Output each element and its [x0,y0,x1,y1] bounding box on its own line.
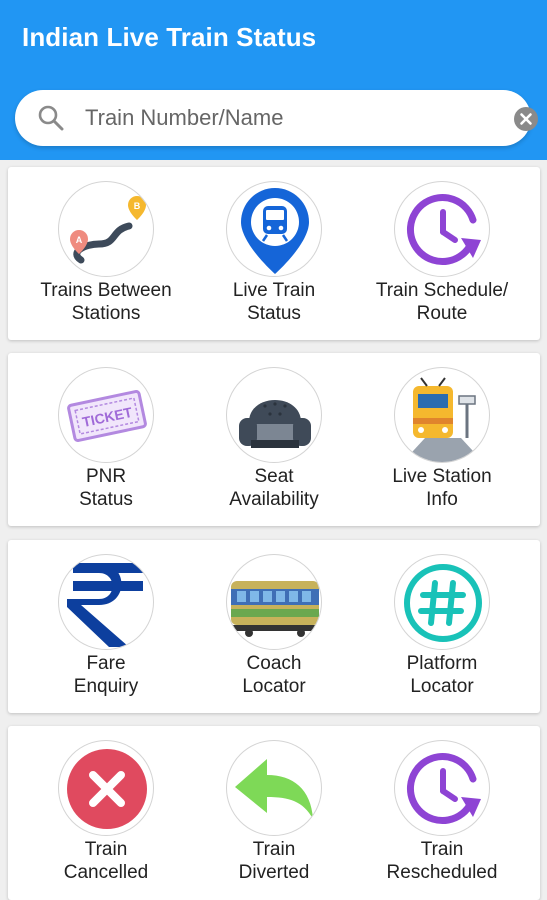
train-rescheduled-tile[interactable]: Train Rescheduled [358,726,526,896]
live-station-info-tile[interactable]: Live Station Info [358,353,526,523]
hashtag-icon [394,554,490,650]
menu-card-2: TICKET PNR Status Seat Availability Live… [8,353,540,526]
svg-text:B: B [134,201,141,211]
diverted-arrow-icon [226,740,322,836]
route-icon: B A [58,181,154,277]
platform-locator-tile[interactable]: Platform Locator [358,540,526,710]
search-icon [38,105,64,131]
search-input[interactable] [85,98,495,138]
tile-label: Coach Locator [242,653,306,697]
menu-card-1: B A Trains Between Stations Live Train Sta… [8,167,540,340]
train-schedule-route-tile[interactable]: Train Schedule/Route [358,167,526,337]
live-train-status-tile[interactable]: Live Train Status [190,167,358,337]
tile-label: Seat Availability [229,466,319,510]
app-title: Indian Live Train Status [22,22,317,52]
tile-label: Platform Locator [406,653,478,697]
menu-card-4: Train Cancelled Train Diverted Train Resche… [8,726,540,900]
search-bar[interactable] [15,90,538,146]
tile-label: Train Cancelled [63,839,149,883]
train-station-icon [394,367,490,463]
clock-icon [394,181,490,277]
tile-label: Trains Between Stations [40,280,172,324]
menu-card-3: Fare Enquiry Coach Locator Platform Loca… [8,540,540,713]
train-diverted-tile[interactable]: Train Diverted [190,726,358,896]
app-bar: Indian Live Train Status [0,0,547,160]
ticket-icon: TICKET [58,367,154,463]
train-location-icon [226,181,322,277]
tile-label: Live Train Status [232,280,316,324]
cancel-icon [58,740,154,836]
coach-locator-tile[interactable]: Coach Locator [190,540,358,710]
tile-label: Train Schedule/Route [375,280,509,324]
clock-icon [394,740,490,836]
tile-label: Train Diverted [238,839,310,883]
fare-enquiry-tile[interactable]: Fare Enquiry [22,540,190,710]
armchair-icon [226,367,322,463]
clear-icon[interactable] [513,106,539,132]
rupee-icon [58,554,154,650]
tile-label: Train Rescheduled [386,839,498,883]
seat-availability-tile[interactable]: Seat Availability [190,353,358,523]
pnr-status-tile[interactable]: TICKET PNR Status [22,353,190,523]
train-cancelled-tile[interactable]: Train Cancelled [22,726,190,896]
coach-icon [226,554,322,650]
svg-text:A: A [76,235,83,245]
tile-label: PNR Status [79,466,133,510]
tile-label: Live Station Info [392,466,492,510]
trains-between-stations-tile[interactable]: B A Trains Between Stations [22,167,190,337]
tile-label: Fare Enquiry [73,653,139,697]
